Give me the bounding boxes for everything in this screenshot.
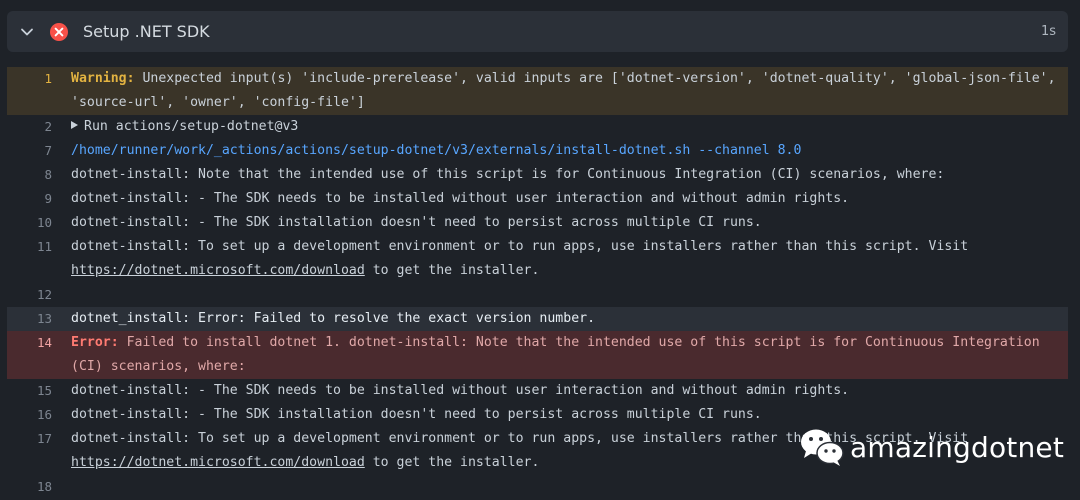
error-label: Error: (71, 335, 119, 350)
line-number[interactable]: 15 (7, 379, 64, 403)
line-number[interactable]: 10 (7, 211, 64, 235)
line-number[interactable]: 11 (7, 235, 64, 283)
watermark: amazingdotnet (798, 424, 1064, 470)
log-line-text: dotnet-install: - The SDK needs to be in… (71, 191, 850, 206)
log-line: 9 dotnet-install: - The SDK needs to be … (7, 187, 1068, 211)
wechat-icon (801, 429, 844, 466)
step-duration: 1s (1040, 24, 1056, 39)
line-number[interactable]: 7 (7, 139, 64, 163)
warning-label: Warning: (71, 71, 135, 86)
line-number[interactable]: 14 (7, 331, 64, 379)
step-header[interactable]: Setup .NET SDK 1s (7, 11, 1068, 52)
log-text: dotnet-install: To set up a development … (71, 239, 977, 254)
line-number[interactable]: 2 (7, 115, 64, 139)
expand-triangle-icon[interactable] (71, 121, 78, 129)
log-line: 15 dotnet-install: - The SDK needs to be… (7, 379, 1068, 403)
log-group-line[interactable]: 2 Run actions/setup-dotnet@v3 (7, 115, 1068, 139)
log-line: 7 /home/runner/work/_actions/actions/set… (7, 139, 1068, 163)
log-line-highlighted: 13 dotnet_install: Error: Failed to reso… (7, 307, 1068, 331)
log-line: 18 (7, 475, 1068, 499)
log-line: 10 dotnet-install: - The SDK installatio… (7, 211, 1068, 235)
log-line: 11 dotnet-install: To set up a developme… (7, 235, 1068, 283)
log-line-text: Run actions/setup-dotnet@v3 (64, 115, 1068, 139)
line-number[interactable]: 13 (7, 307, 64, 331)
error-text: Failed to install dotnet 1. dotnet-insta… (71, 335, 1048, 374)
watermark-text: amazingdotnet (850, 430, 1065, 464)
warning-text: Unexpected input(s) 'include-prerelease'… (71, 71, 1064, 110)
line-number[interactable]: 1 (7, 67, 64, 115)
log-text: to get the installer. (364, 263, 540, 278)
log-line-text: dotnet-install: To set up a development … (64, 235, 1068, 283)
chevron-down-icon[interactable] (20, 25, 34, 39)
log-line-error: 14 Error: Failed to install dotnet 1. do… (7, 331, 1068, 379)
log-line-text (64, 475, 1068, 499)
line-number[interactable]: 16 (7, 403, 64, 427)
line-number[interactable]: 17 (7, 427, 64, 475)
group-label[interactable]: Run actions/setup-dotnet@v3 (84, 119, 298, 134)
line-number[interactable]: 9 (7, 187, 64, 211)
log-text: to get the installer. (364, 455, 540, 470)
log-line-text: dotnet-install: - The SDK installation d… (71, 215, 762, 230)
step-title: Setup .NET SDK (83, 22, 210, 41)
x-circle-icon (50, 23, 68, 41)
line-number[interactable]: 12 (7, 283, 64, 307)
download-link[interactable]: https://dotnet.microsoft.com/download (71, 455, 365, 470)
line-number[interactable]: 8 (7, 163, 64, 187)
log-line-text: Warning: Unexpected input(s) 'include-pr… (64, 67, 1068, 115)
log-line-text: Error: Failed to install dotnet 1. dotne… (64, 331, 1068, 379)
log-line-text: dotnet-install: Note that the intended u… (71, 167, 945, 182)
log-line-text (64, 283, 1068, 307)
log-line: 1 Warning: Unexpected input(s) 'include-… (7, 67, 1068, 115)
line-number[interactable]: 18 (7, 475, 64, 499)
download-link[interactable]: https://dotnet.microsoft.com/download (71, 263, 365, 278)
command-text: /home/runner/work/_actions/actions/setup… (71, 143, 802, 158)
log-line: 12 (7, 283, 1068, 307)
log-line-text: dotnet_install: Error: Failed to resolve… (71, 311, 596, 326)
log-line: 8 dotnet-install: Note that the intended… (7, 163, 1068, 187)
log-line-text: dotnet-install: - The SDK needs to be in… (71, 383, 850, 398)
